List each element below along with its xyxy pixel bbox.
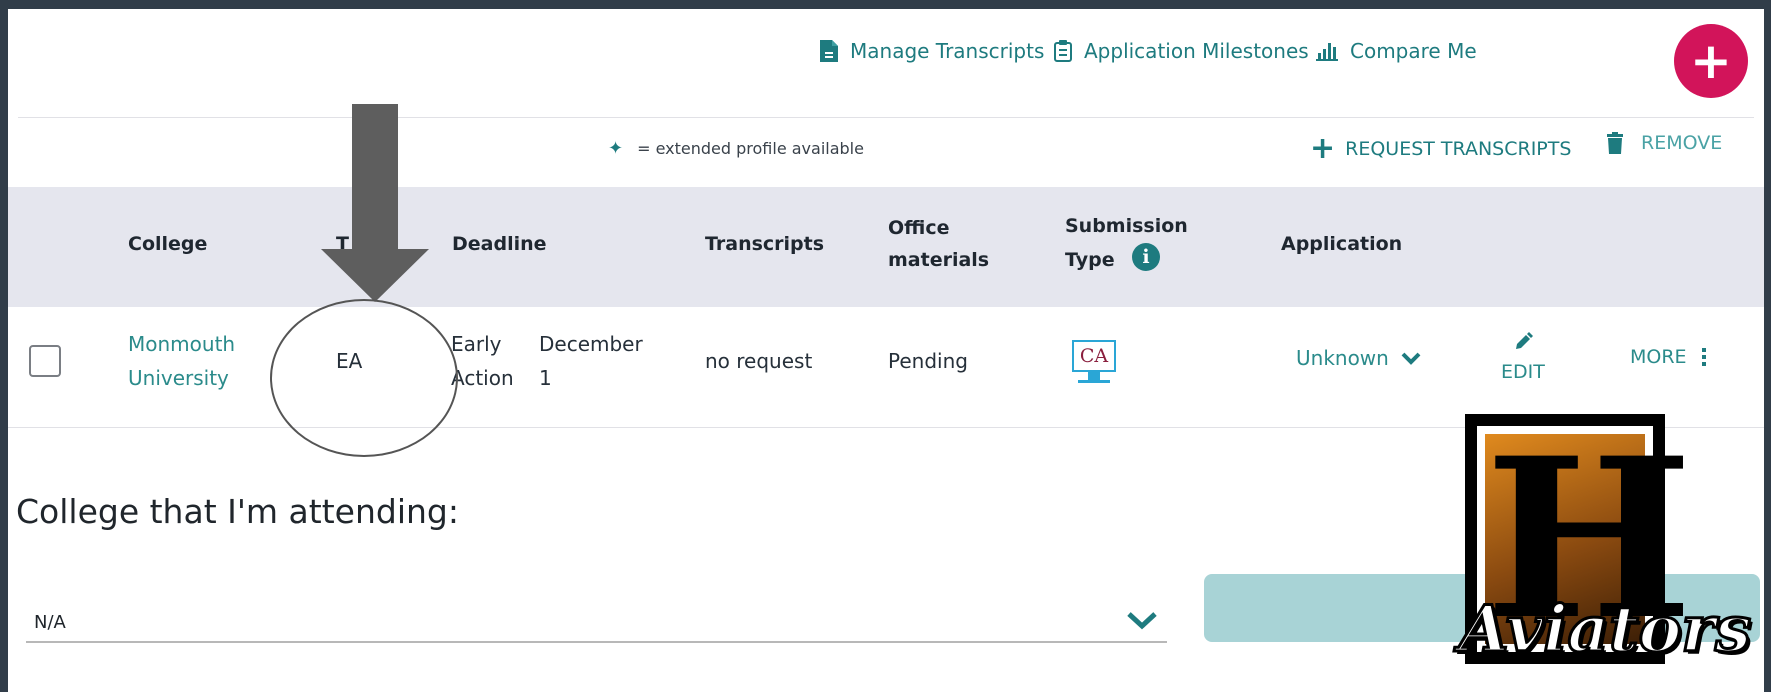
office-materials-cell: Pending — [888, 349, 968, 373]
deadline-type-cell: Early Action — [451, 327, 514, 395]
college-name-link[interactable]: Monmouth University — [128, 327, 235, 395]
manage-transcripts-link[interactable]: Manage Transcripts — [820, 39, 1044, 63]
star-icon: ✦ — [608, 138, 624, 159]
application-status-dropdown[interactable]: Unknown — [1296, 346, 1421, 370]
more-menu-button[interactable]: MORE — [1630, 346, 1707, 368]
edit-label: EDIT — [1501, 361, 1545, 383]
college-list-panel: Manage Transcripts Application Milestone… — [8, 9, 1764, 692]
deadline-date-line1: December — [539, 332, 643, 356]
circle-annotation — [270, 299, 458, 457]
compare-me-link[interactable]: Compare Me — [1316, 39, 1477, 63]
header-application: Application — [1281, 233, 1403, 255]
more-label: MORE — [1630, 346, 1687, 368]
header-submission-type-2: Type — [1065, 249, 1115, 271]
header-transcripts: Transcripts — [705, 233, 825, 255]
clipboard-icon — [1054, 40, 1072, 62]
common-app-badge: CA — [1072, 340, 1116, 383]
common-app-icon: CA — [1072, 340, 1116, 372]
header-submission-type-1: Submission — [1065, 215, 1188, 237]
plus-icon: + — [1690, 32, 1732, 90]
request-transcripts-label: REQUEST TRANSCRIPTS — [1345, 138, 1572, 160]
row-select-checkbox[interactable] — [29, 345, 61, 377]
divider — [18, 117, 1754, 118]
deadline-date-cell: December 1 — [539, 327, 643, 395]
edit-button[interactable]: EDIT — [1501, 331, 1545, 383]
attending-selected-value: N/A — [34, 612, 66, 633]
header-office-materials-1: Office — [888, 217, 950, 239]
deadline-date-line2: 1 — [539, 366, 552, 390]
remove-label: REMOVE — [1641, 132, 1723, 154]
chevron-down-icon — [1401, 352, 1421, 365]
application-status-value: Unknown — [1296, 346, 1389, 370]
transcript-file-icon — [820, 40, 838, 62]
manage-transcripts-label: Manage Transcripts — [850, 39, 1045, 63]
request-transcripts-button[interactable]: + REQUEST TRANSCRIPTS — [1310, 134, 1571, 164]
remove-button[interactable]: REMOVE — [1607, 132, 1722, 154]
select-underline — [26, 641, 1167, 643]
pencil-icon — [1515, 332, 1533, 349]
college-name-line2: University — [128, 366, 229, 390]
trash-icon — [1607, 132, 1623, 154]
attending-select[interactable]: N/A — [26, 604, 1166, 640]
header-office-materials-2: materials — [888, 249, 990, 271]
deadline-type-line1: Early — [451, 332, 502, 356]
compare-me-label: Compare Me — [1350, 39, 1477, 63]
deadline-type-line2: Action — [451, 366, 514, 390]
add-college-button[interactable]: + — [1674, 24, 1748, 98]
aviators-logo: H Aviators — [1455, 414, 1755, 692]
application-milestones-link[interactable]: Application Milestones — [1054, 39, 1309, 63]
bar-chart-icon — [1316, 43, 1338, 61]
extended-profile-legend: ✦ = extended profile available — [608, 138, 864, 159]
info-icon[interactable]: i — [1132, 243, 1160, 271]
legend-text: = extended profile available — [637, 139, 864, 158]
transcripts-cell: no request — [705, 349, 813, 373]
logo-script-text: Aviators — [1457, 590, 1752, 668]
down-arrow-annotation — [321, 104, 429, 302]
header-deadline: Deadline — [452, 233, 547, 255]
kebab-menu-icon — [1701, 348, 1706, 366]
header-college: College — [128, 233, 208, 255]
application-milestones-label: Application Milestones — [1084, 39, 1309, 63]
chevron-down-icon — [1127, 612, 1157, 630]
attending-heading: College that I'm attending: — [16, 492, 459, 531]
college-name-line1: Monmouth — [128, 332, 236, 356]
plus-icon: + — [1310, 131, 1336, 166]
table-header: College T Deadline Transcripts Office ma… — [8, 187, 1764, 307]
